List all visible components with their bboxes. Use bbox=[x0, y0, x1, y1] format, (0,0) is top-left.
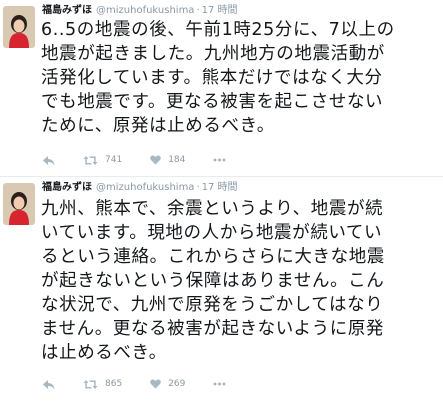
like-count: 184 bbox=[168, 155, 186, 165]
timestamp[interactable]: 17 時間 bbox=[202, 182, 238, 193]
retweet-count: 865 bbox=[105, 379, 123, 389]
tweet-header: 福島みずほ @mizuhofukushima · 17 時間 bbox=[42, 181, 238, 195]
like-button[interactable]: 184 bbox=[150, 150, 185, 170]
more-button[interactable] bbox=[213, 150, 226, 170]
retweet-button[interactable]: 741 bbox=[83, 150, 122, 170]
reply-icon bbox=[43, 155, 55, 165]
retweet-button[interactable]: 865 bbox=[83, 374, 122, 394]
reply-button[interactable] bbox=[42, 150, 55, 170]
timestamp[interactable]: 17 時間 bbox=[202, 5, 238, 16]
reply-button[interactable] bbox=[42, 374, 55, 394]
reply-icon bbox=[43, 379, 55, 389]
tweet-2: 福島みずほ @mizuhofukushima · 17 時間 九州、熊本で、余震という… bbox=[0, 176, 443, 402]
author-name[interactable]: 福島みずほ bbox=[42, 5, 92, 16]
separator-dot: · bbox=[196, 5, 200, 16]
avatar[interactable] bbox=[3, 6, 35, 48]
author-handle[interactable]: @mizuhofukushima bbox=[96, 5, 194, 16]
heart-icon bbox=[150, 379, 161, 389]
heart-icon bbox=[150, 155, 161, 165]
more-button[interactable] bbox=[213, 374, 226, 394]
tweet-header: 福島みずほ @mizuhofukushima · 17 時間 bbox=[42, 4, 238, 18]
separator-dot: · bbox=[196, 182, 200, 193]
avatar[interactable] bbox=[3, 183, 35, 225]
tweet-text: 6..5の地震の後、午前1時25分に、7以上の 地震が起きました。九州地方の地震… bbox=[41, 20, 395, 136]
tweet-text: 九州、熊本で、余震というより、地震が続 いています。現地の人から地震が続いてい … bbox=[41, 199, 385, 363]
more-icon bbox=[213, 158, 226, 162]
like-button[interactable]: 269 bbox=[150, 374, 185, 394]
retweet-count: 741 bbox=[105, 155, 123, 165]
author-name[interactable]: 福島みずほ bbox=[42, 182, 92, 193]
author-handle[interactable]: @mizuhofukushima bbox=[96, 182, 194, 193]
tweet-actions: 865 269 bbox=[42, 374, 254, 394]
tweet-actions: 741 184 bbox=[42, 150, 254, 170]
retweet-icon bbox=[83, 379, 98, 389]
like-count: 269 bbox=[168, 379, 186, 389]
tweet-1: 福島みずほ @mizuhofukushima · 17 時間 6..5の地震の後、午前… bbox=[0, 0, 443, 176]
more-icon bbox=[213, 382, 226, 386]
retweet-icon bbox=[83, 155, 98, 165]
